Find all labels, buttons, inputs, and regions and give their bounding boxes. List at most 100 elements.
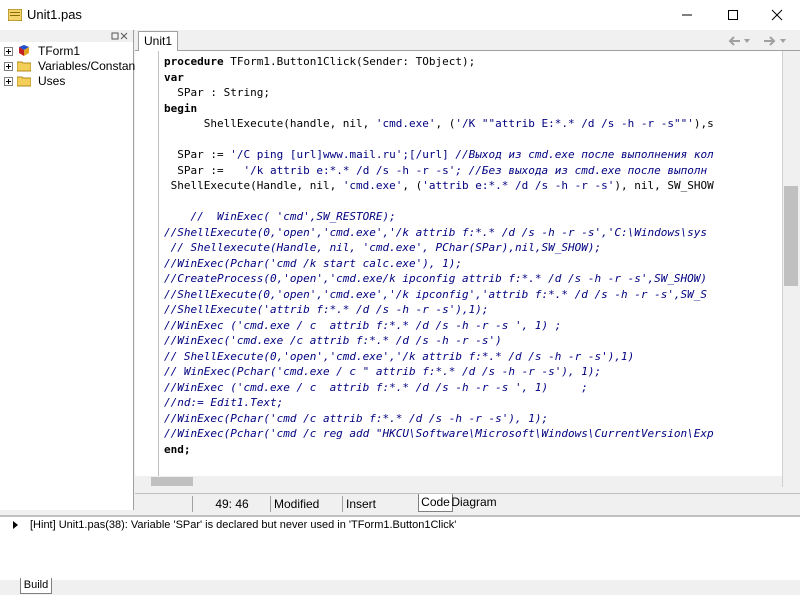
code-token: //WinExec ('cmd.exe / c attrib f:*.* /d … bbox=[164, 380, 588, 394]
structure-panel bbox=[0, 30, 134, 510]
tree-item-tform1[interactable]: TForm1 bbox=[0, 44, 133, 59]
code-token: 'cmd.exe' bbox=[375, 117, 436, 130]
code-token: //WinExec('cmd.exe /c attrib f:*.* /d /s… bbox=[164, 334, 502, 347]
vertical-scroll-thumb[interactable] bbox=[784, 186, 798, 286]
expand-icon[interactable] bbox=[4, 62, 13, 71]
maximize-icon bbox=[728, 10, 738, 20]
code-line[interactable]: // WinExec( 'cmd',SW_RESTORE); bbox=[164, 209, 714, 225]
tree-item-variables-constants[interactable]: Variables/Constants bbox=[0, 59, 145, 74]
structure-panel-header bbox=[0, 30, 133, 42]
code-line[interactable]: SPar : String; bbox=[164, 85, 714, 101]
code-line[interactable]: //CreateProcess(0,'open','cmd.exe/k ipco… bbox=[164, 271, 714, 287]
code-line[interactable]: //ShellExecute(0,'open','cmd.exe','/k ip… bbox=[164, 287, 714, 303]
minimize-icon bbox=[682, 14, 692, 16]
code-text[interactable]: procedure TForm1.Button1Click(Sender: TO… bbox=[164, 54, 714, 457]
cursor-position: 49: 46 bbox=[192, 496, 268, 512]
navigation-arrows bbox=[728, 36, 786, 46]
minimize-button[interactable] bbox=[664, 0, 710, 30]
code-token: end; bbox=[164, 442, 191, 456]
code-token: //nd:= Edit1.Text; bbox=[164, 396, 284, 409]
tree-item-uses[interactable]: Uses bbox=[0, 74, 133, 89]
code-token: //ShellExecute(0,'open','cmd.exe','/k ip… bbox=[164, 287, 708, 301]
code-token: ShellExecute(Handle, nil, bbox=[164, 179, 343, 192]
code-token: //WinExec(Pchar('cmd /c reg add "HKCU\So… bbox=[164, 427, 714, 440]
code-token: SPar := bbox=[164, 148, 231, 161]
code-token: // WinExec( 'cmd',SW_RESTORE); bbox=[164, 210, 396, 223]
code-line[interactable]: //WinExec(Pchar('cmd /c reg add "HKCU\So… bbox=[164, 426, 714, 442]
code-line[interactable]: // ShellExecute(0,'open','cmd.exe','/k a… bbox=[164, 349, 714, 365]
tab-unit1[interactable]: Unit1 bbox=[138, 31, 178, 51]
code-token: ShellExecute(handle, nil, bbox=[164, 117, 376, 130]
code-token: procedure bbox=[164, 55, 224, 68]
code-token: //CreateProcess(0,'open','cmd.exe/k ipco… bbox=[164, 272, 708, 285]
code-line[interactable]: //WinExec ('cmd.exe / c attrib f:*.* /d … bbox=[164, 318, 714, 334]
code-token: //ShellExecute('attrib f:*.* /d /s -h -r… bbox=[164, 303, 489, 316]
code-line[interactable]: //WinExec('cmd.exe /c attrib f:*.* /d /s… bbox=[164, 333, 714, 349]
horizontal-scroll-thumb[interactable] bbox=[151, 477, 193, 486]
expand-arrow-icon[interactable] bbox=[13, 521, 18, 529]
code-token: ),s bbox=[693, 117, 714, 130]
code-token: TForm1.Button1Click(Sender: TObject); bbox=[223, 55, 476, 68]
code-line[interactable]: // WinExec(Pchar('cmd.exe / c " attrib f… bbox=[164, 364, 714, 380]
code-token: , ( bbox=[402, 179, 423, 192]
code-line[interactable]: SPar := '/k attrib e:*.* /d /s -h -r -s'… bbox=[164, 163, 714, 179]
code-token: '/K ""attrib E:*.* /d /s -h -r -s""' bbox=[455, 117, 694, 130]
code-token: SPar : String; bbox=[164, 86, 270, 99]
code-line[interactable] bbox=[164, 132, 714, 148]
expand-icon[interactable] bbox=[4, 77, 13, 86]
code-token: SPar := bbox=[164, 163, 244, 177]
code-token: '/C ping [url]www.mail.ru';[/url] bbox=[230, 148, 449, 161]
code-line[interactable]: //WinExec(Pchar('cmd /k start calc.exe')… bbox=[164, 256, 714, 272]
code-token: // ShellExecute(0,'open','cmd.exe','/k a… bbox=[164, 349, 635, 363]
code-line[interactable] bbox=[164, 194, 714, 210]
code-token: var bbox=[164, 70, 184, 84]
folder-icon bbox=[17, 76, 31, 87]
close-button[interactable] bbox=[754, 0, 800, 30]
back-arrow-icon[interactable] bbox=[728, 36, 740, 46]
close-icon bbox=[771, 9, 783, 21]
back-dropdown-icon[interactable] bbox=[744, 39, 750, 43]
code-line[interactable]: //ShellExecute('attrib f:*.* /d /s -h -r… bbox=[164, 302, 714, 318]
tree-item-label: Variables/Constants bbox=[38, 59, 145, 73]
tab-code[interactable]: Code bbox=[418, 494, 453, 512]
tree-item-label: TForm1 bbox=[38, 44, 80, 58]
code-line[interactable]: //ShellExecute(0,'open','cmd.exe','/k at… bbox=[164, 225, 714, 241]
code-token: // WinExec(Pchar('cmd.exe / c " attrib f… bbox=[164, 365, 602, 378]
code-line[interactable]: end; bbox=[164, 442, 714, 458]
code-line[interactable]: //nd:= Edit1.Text; bbox=[164, 395, 714, 411]
panel-close-icon[interactable] bbox=[111, 31, 131, 41]
code-token: ), nil, SW_SHOW bbox=[614, 179, 714, 192]
code-token: // Shellexecute(Handle, nil, 'cmd.exe', … bbox=[164, 241, 602, 254]
code-token: //Выход из cmd.exe после выполнения кол bbox=[448, 148, 714, 161]
tree-item-label: Uses bbox=[38, 74, 66, 88]
forward-dropdown-icon[interactable] bbox=[780, 39, 786, 43]
code-token: '/k attrib e:*.* /d /s -h -r -s' bbox=[243, 163, 456, 177]
code-token: //WinExec(Pchar('cmd /k start calc.exe')… bbox=[164, 256, 463, 270]
code-line[interactable]: begin bbox=[164, 101, 714, 117]
code-line[interactable]: procedure TForm1.Button1Click(Sender: TO… bbox=[164, 54, 714, 70]
code-token: ; //Без выхода из cmd.exe после выполн bbox=[455, 163, 708, 177]
code-token: 'attrib e:*.* /d /s -h -r -s' bbox=[422, 179, 615, 192]
code-line[interactable]: SPar := '/C ping [url]www.mail.ru';[/url… bbox=[164, 147, 714, 163]
expand-icon[interactable] bbox=[4, 47, 13, 56]
forward-arrow-icon[interactable] bbox=[764, 36, 776, 46]
horizontal-scrollbar[interactable] bbox=[135, 476, 782, 487]
tab-diagram[interactable]: Diagram bbox=[451, 494, 497, 511]
modified-status: Modified bbox=[270, 496, 340, 512]
insert-mode-status: Insert bbox=[342, 496, 412, 512]
code-token: 'cmd.exe' bbox=[342, 179, 403, 192]
code-line[interactable]: ShellExecute(Handle, nil, 'cmd.exe', ('a… bbox=[164, 178, 714, 194]
tab-build[interactable]: Build bbox=[20, 578, 52, 594]
app-icon bbox=[8, 9, 22, 21]
code-line[interactable]: // Shellexecute(Handle, nil, 'cmd.exe', … bbox=[164, 240, 714, 256]
code-line[interactable]: ShellExecute(handle, nil, 'cmd.exe', ('/… bbox=[164, 116, 714, 132]
code-token: //ShellExecute(0,'open','cmd.exe','/k at… bbox=[164, 225, 708, 239]
code-token: //WinExec ('cmd.exe / c attrib f:*.* /d … bbox=[164, 318, 562, 332]
code-line[interactable]: //WinExec(Pchar('cmd /c attrib f:*.* /d … bbox=[164, 411, 714, 427]
code-token: , ( bbox=[435, 117, 456, 130]
code-line[interactable]: //WinExec ('cmd.exe / c attrib f:*.* /d … bbox=[164, 380, 714, 396]
folder-icon bbox=[17, 61, 31, 72]
maximize-button[interactable] bbox=[710, 0, 756, 30]
hint-message[interactable]: [Hint] Unit1.pas(38): Variable 'SPar' is… bbox=[30, 519, 456, 531]
code-line[interactable]: var bbox=[164, 70, 714, 86]
